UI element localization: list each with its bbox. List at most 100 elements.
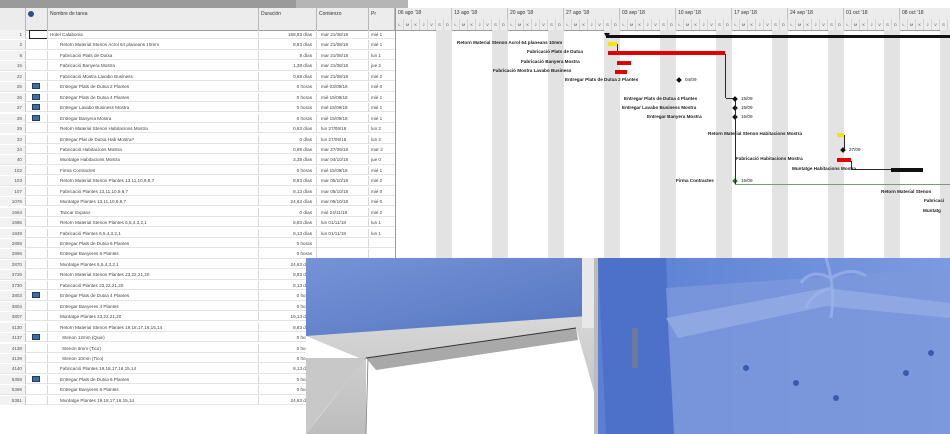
table-row[interactable]: 33 Entregar Plat de Dutxa Hab Mostra? 0 dí… [0,134,395,144]
task-start[interactable]: mar 21/08/18 [317,50,369,60]
row-id[interactable]: 3730 [0,280,26,290]
note-icon[interactable] [32,93,40,100]
task-predecessor[interactable]: lun 2 [369,135,395,144]
task-predecessor[interactable]: mié 2 [369,176,395,185]
table-row[interactable]: 15 Fabricació Banyera Mostra 1,38 días mar … [0,61,395,71]
task-predecessor[interactable]: mié 0 [369,187,395,196]
row-id[interactable]: 107 [0,186,26,196]
task-name[interactable]: Fabricació Plantes 6,5,4,3,2,1 [48,228,259,238]
task-duration[interactable]: 0 horas [259,165,317,175]
row-id[interactable]: 5361 [0,395,26,405]
row-id[interactable]: 2866 [0,249,26,259]
milestone-marker[interactable] [676,77,682,83]
task-predecessor[interactable]: mié 1 [369,114,395,123]
gantt-bar-black[interactable] [891,168,923,172]
row-id[interactable]: 2865 [0,239,26,248]
task-predecessor[interactable]: jue 0 [369,155,395,164]
row-id[interactable]: 102 [0,165,26,175]
task-duration[interactable]: 0,88 días [259,144,317,154]
task-start[interactable]: mié 24/11/18 [317,207,369,217]
row-id[interactable]: 3804 [0,301,26,311]
task-duration[interactable]: 8,83 días [259,176,317,186]
task-predecessor[interactable]: mié 1 [369,40,395,49]
task-name[interactable]: Retorn Material Stenon Plantes 19,18,17,… [48,322,259,332]
row-id[interactable]: 4140 [0,364,26,374]
task-start[interactable]: mar 21/08/18 [317,30,369,39]
task-name-column-header[interactable]: Nombre de tarea [48,8,259,30]
task-duration[interactable]: 0,88 días [259,71,317,81]
task-name[interactable]: Fabricació Habitacions Mostra [48,144,259,154]
note-icon[interactable] [32,83,40,90]
task-duration[interactable]: 168,83 días [259,30,317,39]
summary-bar[interactable] [606,35,950,38]
task-name[interactable]: Entregar Plats de Dutxa 6 Plantes [48,239,259,248]
note-icon[interactable] [32,114,40,121]
task-name[interactable]: Stenon 10mm (Tico) [48,353,259,363]
task-name[interactable]: Retorn Material Stenon Acrol 64 planeans… [48,40,259,50]
task-name[interactable]: Stenon 6mm (Tico) [48,343,259,353]
task-duration[interactable]: 8 días [259,50,317,60]
task-start[interactable]: mié 15/09/18 [317,103,369,113]
table-row[interactable]: 26 Entregar Plats de Dutxa 4 Plantes 0 hor… [0,92,395,102]
task-duration[interactable]: 8,13 días [259,228,317,238]
task-predecessor[interactable]: mié 1 [369,166,395,175]
task-name[interactable]: Entregar Plat de Dutxa Hab Mostra? [48,134,259,144]
table-row[interactable]: 102 Firma Contractes 0 horas mié 15/09/18 mi… [0,165,395,176]
task-predecessor[interactable]: lun 1 [369,229,395,238]
row-id[interactable]: 103 [0,176,26,186]
task-name[interactable]: Retorn Material Stenon Plantes 13,11,10,… [48,176,259,186]
note-icon[interactable] [32,104,40,111]
row-id[interactable]: 40 [0,155,26,165]
task-predecessor[interactable]: mié 2 [369,208,395,217]
task-duration[interactable]: 8,83 días [259,218,317,228]
table-row[interactable]: 25 Entregar Plats de Dutxa 2 Plantes 0 hor… [0,82,395,92]
task-start[interactable] [317,239,369,248]
task-name[interactable]: Entregar Plats de Dutxa 2 Plantes [48,82,259,92]
task-predecessor[interactable]: lun 1 [369,218,395,227]
task-start[interactable]: mar 21/08/18 [317,61,369,71]
task-name[interactable]: Firma Contractes [48,165,259,175]
row-id[interactable]: 28 [0,113,26,123]
row-id[interactable]: 1849 [0,228,26,238]
task-name[interactable]: Muntatge Plantes 23,22,21,20 [48,312,259,322]
task-start[interactable]: mié 15/09/18 [317,113,369,123]
task-name[interactable]: Entregar Lavabo Business Mostra [48,103,259,113]
task-duration[interactable]: 0 días [259,207,317,217]
row-id[interactable]: 4139 [0,353,26,363]
task-predecessor[interactable]: mié 0 [369,82,395,91]
table-row[interactable]: 1076 Muntatge Plantes 13,11,10,9,8,7 24,63… [0,197,395,207]
row-id[interactable]: 4137 [0,333,26,343]
task-name[interactable]: Entregar Banyeres 6 Plantes [48,385,259,395]
task-start[interactable]: lun 01/11/18 [317,218,369,228]
row-id[interactable]: 2 [0,40,26,50]
table-row[interactable]: 1664 Tancar Expanx 0 días mié 24/11/18 mié 2 [0,207,395,217]
task-duration[interactable]: 3,38 días [259,155,317,165]
task-duration[interactable]: 0,63 días [259,124,317,134]
row-id[interactable]: 3803 [0,291,26,301]
row-id[interactable]: 25 [0,82,26,92]
table-row[interactable]: 27 Entregar Lavabo Business Mostra 0 horas… [0,103,395,113]
table-row[interactable]: 1 Hotel Calabonia 168,83 días mar 21/08/18 m… [0,30,395,40]
task-start[interactable]: mar 21/08/18 [317,71,369,81]
task-name[interactable]: Retorn Material Stenon Habitacions Mostr… [48,124,259,134]
task-predecessor[interactable]: mié 1 [369,103,395,112]
note-icon[interactable] [32,292,40,299]
task-name[interactable]: Retorn Material Stenon Plantes 6,5,4,3,2… [48,218,259,228]
task-predecessor[interactable]: mié 2 [369,72,395,81]
task-start[interactable]: lun 27/09/18 [317,124,369,134]
task-start[interactable]: mié 15/09/18 [317,92,369,102]
row-id[interactable]: 33 [0,134,26,144]
row-id[interactable]: 8 [0,50,26,60]
task-name[interactable]: Muntatge Plantes 13,11,10,9,8,7 [48,197,259,207]
task-predecessor[interactable]: mar 2 [369,145,395,154]
task-name[interactable]: Muntatge Plantes 19,18,17,16,15,14 [48,395,259,405]
predecessors-column-header[interactable]: Pr [369,8,395,30]
row-id[interactable]: 4138 [0,343,26,353]
note-icon[interactable] [32,375,40,382]
table-row[interactable]: 2865 Entregar Plats de Dutxa 6 Plantes 0 h… [0,239,395,249]
row-id[interactable]: 27 [0,103,26,113]
task-predecessor[interactable]: jue 2 [369,61,395,70]
row-id[interactable]: 5368 [0,374,26,384]
task-name[interactable]: Fabricació Plantes 19,18,17,16,15,14 [48,364,259,374]
table-row[interactable]: 2 Retorn Material Stenon Acrol 64 planean… [0,40,395,50]
